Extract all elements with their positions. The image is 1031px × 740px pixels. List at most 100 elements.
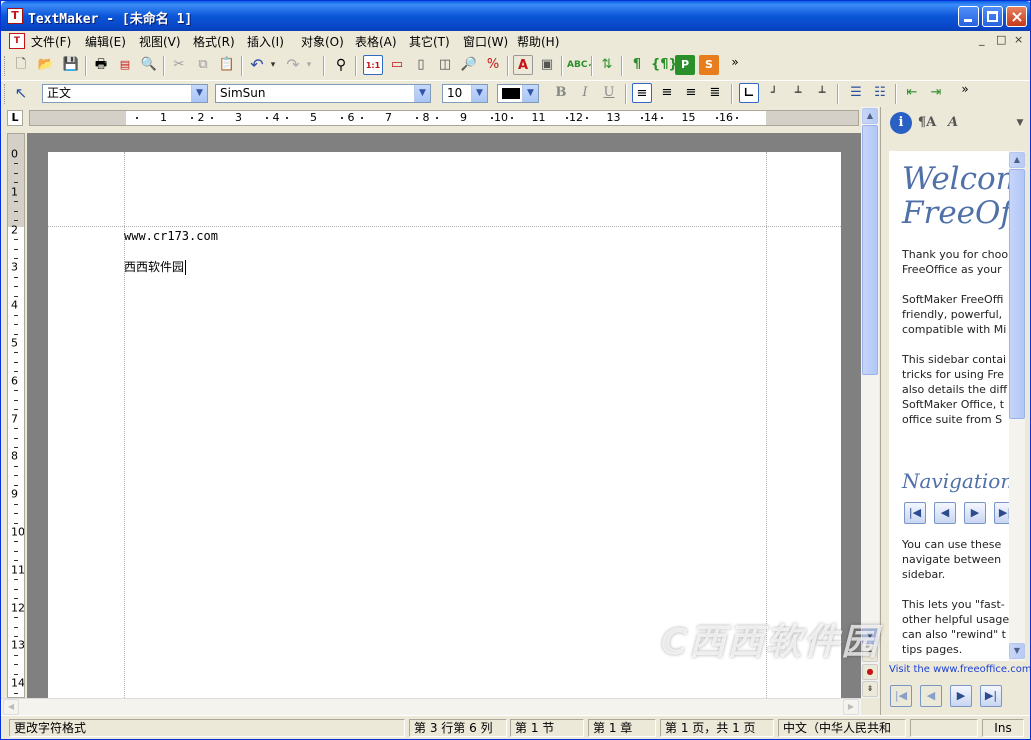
horizontal-scrollbar[interactable]: ◀ ▶	[1, 698, 861, 715]
menu-object[interactable]: 对象(O)	[301, 33, 344, 50]
sidebar-first-page-icon[interactable]: |◀	[890, 685, 912, 707]
tab-right-icon[interactable]: ┘	[764, 83, 784, 103]
save-icon[interactable]: 💾	[61, 55, 81, 75]
sidebar-scrollbar[interactable]: ▲ ▼	[1009, 151, 1025, 661]
tab-decimal-icon[interactable]: ┴	[812, 83, 832, 103]
menu-edit[interactable]: 编辑(E)	[85, 33, 126, 50]
sidebar-scroll-up-button[interactable]: ▲	[1009, 152, 1025, 168]
browse-object-button[interactable]: ●	[862, 664, 878, 680]
bold-button[interactable]: B	[551, 83, 571, 103]
pilcrow-icon[interactable]: ¶	[627, 55, 647, 75]
print-icon[interactable]: 🖶	[91, 55, 111, 75]
font-family-select[interactable]: SimSun ▼	[215, 84, 431, 103]
sidebar-previous-page-icon[interactable]: ◀	[920, 685, 942, 707]
zoom-percent-icon[interactable]: %	[483, 55, 503, 75]
undo-icon[interactable]: ↶	[247, 55, 267, 75]
menu-table[interactable]: 表格(A)	[355, 33, 397, 50]
two-pages-icon[interactable]: ◫	[435, 55, 455, 75]
text-color-select[interactable]: ▼	[497, 84, 539, 103]
page-width-icon[interactable]: ▭	[387, 55, 407, 75]
toolbar-grip[interactable]	[4, 56, 8, 76]
menu-other[interactable]: 其它(T)	[409, 33, 450, 50]
chevron-down-icon[interactable]: ▼	[471, 85, 487, 102]
sidebar-last-page-icon[interactable]: ▶|	[980, 685, 1002, 707]
copy-icon[interactable]: ⧉	[193, 55, 213, 75]
align-left-button[interactable]: ≡	[632, 83, 652, 103]
document-line-url[interactable]: www.cr173.com	[124, 229, 218, 243]
textmaker-app-icon[interactable]: T	[7, 8, 23, 24]
status-insert-mode[interactable]: Ins	[982, 719, 1024, 737]
sidebar-scroll-down-button[interactable]: ▼	[1009, 643, 1025, 659]
insert-picture-icon[interactable]: ▣	[537, 55, 557, 75]
menu-window[interactable]: 窗口(W)	[463, 33, 508, 50]
text-frame-icon[interactable]: A	[513, 55, 533, 75]
select-arrow-icon[interactable]: ↖	[11, 83, 31, 103]
tab-left-button[interactable]: ∟	[739, 83, 759, 103]
redo-icon[interactable]: ↷	[283, 55, 303, 75]
chevron-down-icon[interactable]: ▼	[414, 85, 430, 102]
redo-dropdown-icon[interactable]: ▾	[303, 55, 315, 75]
scroll-down-button[interactable]: ▼	[862, 628, 878, 644]
document-line-text[interactable]: 西西软件园	[124, 258, 187, 275]
info-icon[interactable]: i	[890, 112, 912, 134]
freeoffice-link[interactable]: Visit the www.freeoffice.com	[889, 664, 1030, 675]
paragraph-style-select[interactable]: 正文 ▼	[42, 84, 208, 103]
toolbar-overflow-icon[interactable]: »	[725, 52, 745, 72]
next-page-icon[interactable]: ▶	[964, 502, 986, 524]
paragraph-styles-icon[interactable]: ¶A	[916, 112, 938, 134]
scroll-right-button[interactable]: ▶	[843, 699, 859, 715]
toolbar-grip[interactable]	[4, 84, 8, 104]
justify-button[interactable]: ≣	[705, 83, 725, 103]
menu-format[interactable]: 格式(R)	[193, 33, 235, 50]
spellcheck-icon[interactable]: ABC✓	[567, 55, 595, 75]
decrease-indent-icon[interactable]: ⇤	[902, 83, 922, 103]
print-preview-icon[interactable]: 🔍	[139, 55, 159, 75]
undo-dropdown-icon[interactable]: ▾	[267, 55, 279, 75]
sidebar-menu-chevron-icon[interactable]: ▼	[1009, 112, 1030, 134]
chevron-down-icon[interactable]: ▼	[522, 85, 538, 102]
field-codes-icon[interactable]: {¶}	[651, 55, 678, 75]
tab-center-icon[interactable]: ┴	[788, 83, 808, 103]
new-document-icon[interactable]: 🗋	[11, 55, 31, 75]
minimize-button[interactable]	[958, 6, 979, 27]
doc-minimize-button[interactable]: _	[979, 33, 985, 46]
scroll-thumb[interactable]	[862, 125, 878, 375]
horizontal-ruler[interactable]: 1 2 3 4 5 6 7 8 9 10 11 12 13 14 15 16	[29, 110, 859, 126]
vertical-ruler[interactable]: 0 1 2 3 4 5 6 7 8 9 10 11 12 13 14	[7, 133, 25, 698]
first-page-icon[interactable]: |◀	[904, 502, 926, 524]
full-page-icon[interactable]: ▯	[411, 55, 431, 75]
sidebar-next-page-icon[interactable]: ▶	[950, 685, 972, 707]
menu-help[interactable]: 帮助(H)	[517, 33, 559, 50]
doc-restore-button[interactable]: □	[996, 33, 1006, 46]
scroll-up-button[interactable]: ▲	[862, 108, 878, 124]
character-styles-icon[interactable]: A	[942, 112, 964, 134]
sort-icon[interactable]: ⇅	[597, 55, 617, 75]
toolbar-overflow-icon[interactable]: »	[955, 79, 975, 99]
menu-insert[interactable]: 插入(I)	[247, 33, 284, 50]
find-binoculars-icon[interactable]: ⚲	[331, 55, 351, 75]
align-right-button[interactable]: ≡	[681, 83, 701, 103]
open-folder-icon[interactable]: 📂	[36, 55, 56, 75]
document-page[interactable]: www.cr173.com 西西软件园	[48, 152, 841, 698]
zoom-icon[interactable]: 🔎	[459, 55, 479, 75]
font-size-select[interactable]: 10 ▼	[442, 84, 488, 103]
close-button[interactable]: ×	[1006, 6, 1027, 27]
numbered-list-icon[interactable]: ☷	[870, 83, 890, 103]
zoom-100-icon[interactable]: 1:1	[363, 55, 383, 75]
document-area[interactable]: www.cr173.com 西西软件园	[27, 133, 861, 698]
previous-page-icon[interactable]: ◀	[934, 502, 956, 524]
vertical-scrollbar[interactable]: ▲ ▼ ⇞ ● ⇟	[861, 107, 879, 698]
doc-close-button[interactable]: ×	[1014, 33, 1023, 46]
menu-view[interactable]: 视图(V)	[139, 33, 181, 50]
increase-indent-icon[interactable]: ⇥	[926, 83, 946, 103]
align-center-button[interactable]: ≡	[657, 83, 677, 103]
title-bar[interactable]: T TextMaker - [未命名 1] ×	[1, 1, 1030, 31]
tab-type-selector[interactable]: L	[7, 110, 23, 126]
presentations-icon[interactable]: P	[675, 55, 695, 75]
last-page-icon[interactable]: ▶|	[994, 502, 1009, 524]
previous-page-button[interactable]: ⇞	[862, 646, 878, 662]
maximize-button[interactable]	[982, 6, 1003, 27]
sidebar-scroll-thumb[interactable]	[1009, 169, 1025, 419]
document-menu-icon[interactable]: T	[9, 33, 25, 49]
scroll-left-button[interactable]: ◀	[3, 699, 19, 715]
